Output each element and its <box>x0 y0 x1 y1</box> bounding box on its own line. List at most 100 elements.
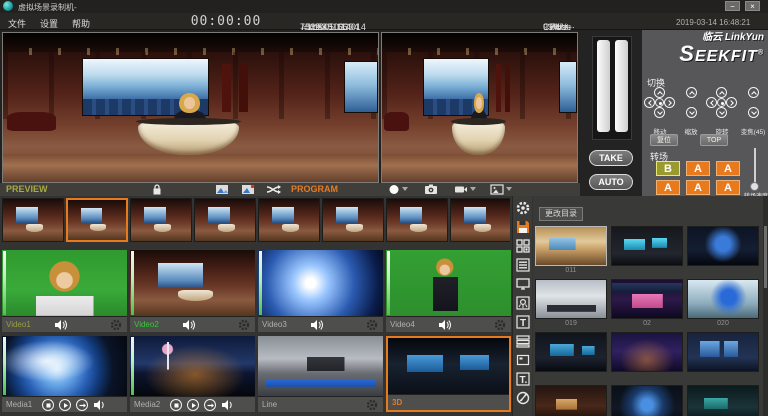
scene-thumbnail[interactable] <box>687 279 759 319</box>
scene-scrollbar[interactable] <box>763 196 768 416</box>
text-edit-icon[interactable]: T <box>515 314 531 330</box>
scene-cell-1[interactable]: 011 <box>535 226 607 278</box>
transition-button-A-2[interactable]: A <box>716 161 740 176</box>
menu-settings[interactable]: 设置 <box>40 17 58 30</box>
move-left-button[interactable] <box>644 97 655 108</box>
scene-thumbnail[interactable] <box>611 226 683 266</box>
transition-button-A-4[interactable]: A <box>686 180 710 195</box>
scene-cell-2[interactable] <box>611 226 683 278</box>
video1-tile[interactable]: Video1 <box>2 250 127 332</box>
filmstrip-thumbnail-2[interactable] <box>66 198 128 242</box>
threed-tile[interactable]: 3D <box>386 336 511 412</box>
gear-icon[interactable] <box>110 319 122 331</box>
speed-slider-knob[interactable] <box>750 182 759 191</box>
zoom-in-button[interactable] <box>748 87 759 98</box>
line-tile[interactable]: Line <box>258 336 383 412</box>
snapshot-icon[interactable] <box>424 184 438 195</box>
reset-button[interactable]: 复位 <box>650 134 678 146</box>
gear-icon[interactable] <box>366 399 378 411</box>
gear-icon[interactable] <box>238 319 250 331</box>
lock-icon[interactable] <box>150 184 164 195</box>
media1-tile[interactable]: Media1 <box>2 336 127 412</box>
filmstrip-thumbnail-6[interactable] <box>322 198 384 242</box>
move-down-button[interactable] <box>654 107 665 118</box>
list-icon[interactable] <box>515 257 531 273</box>
picture-dropdown-icon[interactable] <box>506 187 512 191</box>
video3-tile[interactable]: Video3 <box>258 250 383 332</box>
rotate-center-button[interactable] <box>717 98 726 107</box>
camera-icon[interactable] <box>454 184 468 195</box>
filmstrip-thumbnail-1[interactable] <box>2 198 64 242</box>
layers-icon[interactable] <box>515 333 531 349</box>
scene-thumbnail[interactable] <box>611 332 683 372</box>
transition-button-A-3[interactable]: A <box>656 180 680 195</box>
move-up-button[interactable] <box>654 87 665 98</box>
take-button[interactable]: TAKE <box>589 150 633 166</box>
top-button[interactable]: TOP <box>700 134 728 146</box>
scene-thumbnail[interactable] <box>687 385 759 416</box>
move-center-button[interactable] <box>655 98 664 107</box>
change-directory-button[interactable]: 更改目录 <box>539 207 583 221</box>
scene-thumbnail[interactable] <box>611 279 683 319</box>
filmstrip-thumbnail-5[interactable] <box>258 198 320 242</box>
speaker-icon[interactable] <box>221 399 234 411</box>
filmstrip-thumbnail-3[interactable] <box>130 198 192 242</box>
scene-thumbnail[interactable] <box>687 332 759 372</box>
speaker-icon[interactable] <box>54 319 67 331</box>
zoom-out-button[interactable] <box>748 107 759 118</box>
record-icon[interactable] <box>388 184 402 195</box>
image-add-alert-icon[interactable] <box>241 184 255 195</box>
layout-grid-icon[interactable] <box>515 238 531 254</box>
stop-button[interactable] <box>170 399 182 411</box>
scene-cell-12[interactable] <box>687 385 759 416</box>
close-button[interactable]: × <box>745 1 760 11</box>
media2-tile[interactable]: Media2 <box>130 336 255 412</box>
scene-cell-11[interactable] <box>611 385 683 416</box>
rotate-down-button[interactable] <box>716 107 727 118</box>
scene-thumbnail[interactable] <box>535 279 607 319</box>
transition-button-A-1[interactable]: A <box>686 161 710 176</box>
menu-help[interactable]: 帮助 <box>72 17 90 30</box>
speaker-icon[interactable] <box>310 319 323 331</box>
scene-cell-8[interactable] <box>611 332 683 384</box>
scene-cell-9[interactable] <box>687 332 759 384</box>
video4-tile[interactable]: Video4 <box>386 250 511 332</box>
scrollbar-thumb[interactable] <box>764 226 767 288</box>
scene-thumbnail[interactable] <box>535 385 607 416</box>
scene-thumbnail[interactable] <box>535 332 607 372</box>
record-dropdown-icon[interactable] <box>402 187 408 191</box>
scene-cell-5[interactable]: 02 <box>611 279 683 331</box>
projector-light-icon[interactable] <box>515 295 531 311</box>
auto-button[interactable]: AUTO <box>589 174 633 190</box>
program-monitor[interactable] <box>381 32 578 183</box>
speaker-icon[interactable] <box>438 319 451 331</box>
swap-transition-icon[interactable] <box>266 184 280 195</box>
disable-icon[interactable] <box>515 390 531 406</box>
text-title-icon[interactable]: T. <box>515 371 531 387</box>
filmstrip-thumbnail-4[interactable] <box>194 198 256 242</box>
image-add-icon[interactable] <box>215 184 229 195</box>
gear-icon[interactable] <box>494 319 506 331</box>
speaker-icon[interactable] <box>182 319 195 331</box>
save-floppy-icon[interactable] <box>515 219 531 235</box>
scale-down-button[interactable] <box>686 107 697 118</box>
scene-cell-6[interactable]: 020 <box>687 279 759 331</box>
scene-cell-4[interactable]: 019 <box>535 279 607 331</box>
minimize-button[interactable]: − <box>725 1 740 11</box>
rotate-up-button[interactable] <box>716 87 727 98</box>
image-small-icon[interactable] <box>515 352 531 368</box>
scene-thumbnail[interactable] <box>687 226 759 266</box>
move-right-button[interactable] <box>664 97 675 108</box>
loop-button[interactable] <box>76 399 88 411</box>
speaker-icon[interactable] <box>93 399 106 411</box>
scene-thumbnail[interactable] <box>611 385 683 416</box>
transition-button-B-0[interactable]: B <box>656 161 680 176</box>
monitor-icon[interactable] <box>515 276 531 292</box>
scale-up-button[interactable] <box>686 87 697 98</box>
scene-cell-7[interactable] <box>535 332 607 384</box>
camera-dropdown-icon[interactable] <box>470 187 476 191</box>
rotate-left-button[interactable] <box>706 97 717 108</box>
picture-icon[interactable] <box>490 184 504 195</box>
video2-tile[interactable]: Video2 <box>130 250 255 332</box>
scene-cell-3[interactable] <box>687 226 759 278</box>
